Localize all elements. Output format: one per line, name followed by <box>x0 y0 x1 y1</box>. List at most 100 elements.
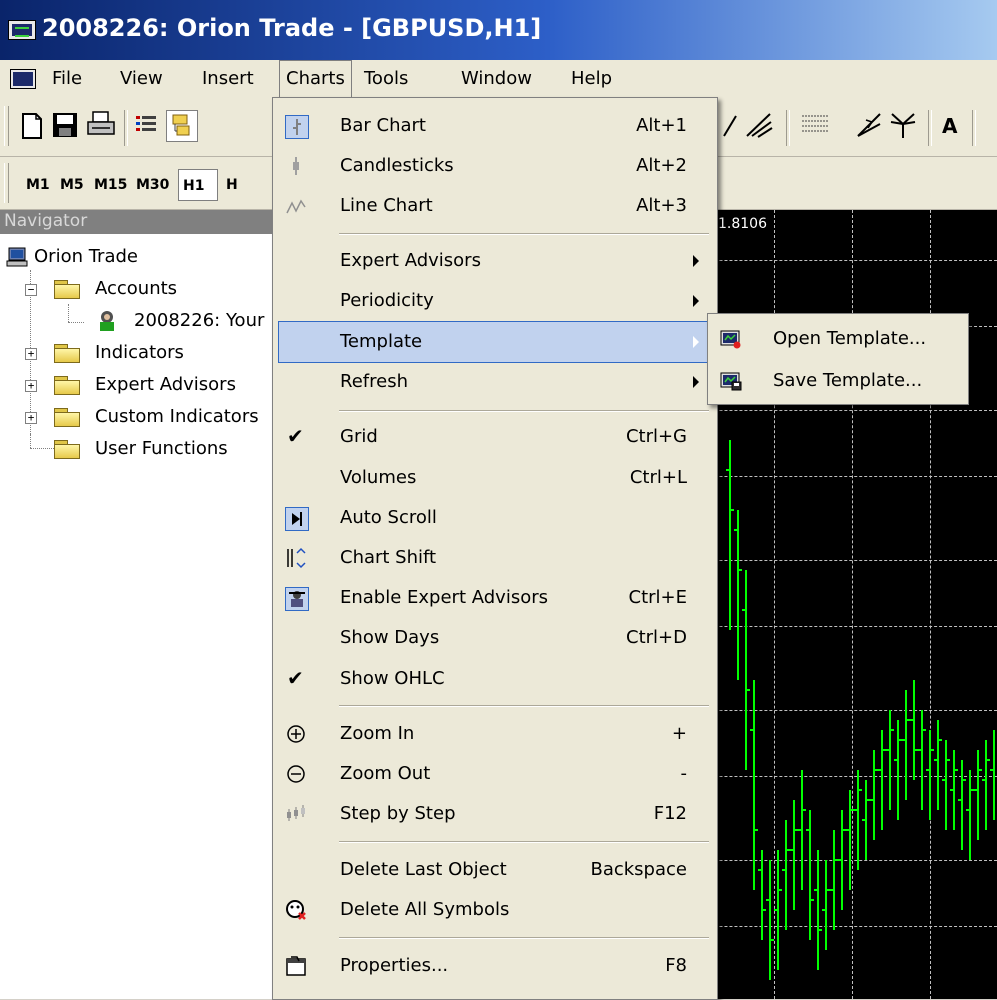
menu-item-delete-all-symbols[interactable]: Delete All Symbols <box>273 890 717 930</box>
menu-item-show-ohlc[interactable]: ✔ Show OHLC <box>273 659 717 699</box>
timeframe-h1-button[interactable]: H1 <box>178 169 218 201</box>
print-icon[interactable] <box>86 110 116 140</box>
menu-item-label: Zoom In <box>340 723 415 744</box>
andrews-pitchfork-icon[interactable] <box>744 110 774 140</box>
timeframe-m5-button[interactable]: M5 <box>60 169 84 201</box>
folder-icon <box>54 408 80 427</box>
market-watch-icon[interactable] <box>134 112 160 138</box>
app-icon[interactable] <box>8 20 36 40</box>
fibonacci-icon[interactable] <box>800 112 830 138</box>
tree-item-user-functions[interactable]: User Functions <box>0 434 270 464</box>
menu-charts[interactable]: Charts <box>279 60 352 97</box>
toolbar-grip[interactable] <box>4 163 9 203</box>
menu-help[interactable]: Help <box>571 60 612 98</box>
menu-item-bar-chart[interactable]: Bar Chart Alt+1 <box>273 106 717 146</box>
menu-insert[interactable]: Insert <box>202 60 254 98</box>
save-template-icon <box>720 372 742 391</box>
properties-icon <box>286 956 306 976</box>
menu-item-step-by-step[interactable]: Step by Step F12 <box>273 794 717 834</box>
menu-tools[interactable]: Tools <box>364 60 408 98</box>
menu-item-properties[interactable]: Properties... F8 <box>273 946 717 986</box>
menu-item-shortcut: Backspace <box>590 859 687 880</box>
menu-item-line-chart[interactable]: Line Chart Alt+3 <box>273 186 717 226</box>
menu-item-expert-advisors[interactable]: Expert Advisors <box>273 241 717 281</box>
menu-item-refresh[interactable]: Refresh <box>273 362 717 402</box>
menu-item-show-days[interactable]: Show Days Ctrl+D <box>273 618 717 658</box>
timeframe-h4-button[interactable]: H <box>226 169 238 201</box>
fibo-fan-icon[interactable] <box>854 110 884 140</box>
navigator-toggle-button[interactable] <box>166 110 198 142</box>
menu-item-chart-shift[interactable]: Chart Shift <box>273 538 717 578</box>
menu-item-auto-scroll[interactable]: Auto Scroll <box>273 498 717 538</box>
submenu-arrow-icon <box>693 295 699 307</box>
menu-item-zoom-in[interactable]: Zoom In + <box>273 714 717 754</box>
menu-item-shortcut: F12 <box>653 803 687 824</box>
menu-item-zoom-out[interactable]: Zoom Out - <box>273 754 717 794</box>
charts-menu: Bar Chart Alt+1 Candlesticks Alt+2 Line … <box>272 97 718 1000</box>
menu-item-shortcut: Alt+2 <box>636 155 687 176</box>
menu-item-shortcut: Ctrl+G <box>625 426 687 447</box>
menu-item-label: Step by Step <box>340 803 456 824</box>
menu-item-label: Zoom Out <box>340 763 431 784</box>
tree-label: Orion Trade <box>34 246 138 267</box>
tree-item-accounts[interactable]: − Accounts <box>0 274 270 304</box>
menu-item-template[interactable]: Template <box>278 321 712 363</box>
menu-item-label: Periodicity <box>340 290 434 311</box>
line-tool-icon[interactable] <box>720 112 740 140</box>
menu-file[interactable]: File <box>52 60 82 98</box>
candlestick-icon <box>293 157 299 175</box>
document-menu-icon[interactable] <box>10 69 36 89</box>
gann-fan-icon[interactable] <box>888 110 918 140</box>
menu-item-shortcut: Ctrl+E <box>628 587 687 608</box>
menu-view[interactable]: View <box>120 60 163 98</box>
checkmark-icon: ✔ <box>287 666 304 690</box>
folder-icon <box>54 440 80 459</box>
menu-item-label: Expert Advisors <box>340 250 481 271</box>
menu-item-shortcut: Alt+1 <box>636 115 687 136</box>
menu-item-delete-last-object[interactable]: Delete Last Object Backspace <box>273 850 717 890</box>
menu-item-periodicity[interactable]: Periodicity <box>273 281 717 321</box>
menu-item-label: Candlesticks <box>340 155 454 176</box>
tree-item-expert-advisors[interactable]: + Expert Advisors <box>0 370 270 400</box>
menu-item-enable-expert-advisors[interactable]: Enable Expert Advisors Ctrl+E <box>273 578 717 618</box>
expand-icon[interactable]: + <box>25 348 37 360</box>
menu-item-label: Line Chart <box>340 195 433 216</box>
navigator-panel: Orion Trade − Accounts 2008226: Your + I… <box>0 234 274 999</box>
tree-item-indicators[interactable]: + Indicators <box>0 338 270 368</box>
tree-item-account[interactable]: 2008226: Your <box>0 306 270 336</box>
navigator-header: Navigator <box>0 210 272 234</box>
tree-item-orion-trade[interactable]: Orion Trade <box>0 242 270 272</box>
folder-icon <box>54 376 80 395</box>
expand-icon[interactable]: + <box>25 412 37 424</box>
tree-label: Accounts <box>95 278 178 299</box>
menu-item-label: Template <box>340 331 423 352</box>
submenu-arrow-icon <box>693 376 699 388</box>
menu-item-shortcut: Ctrl+D <box>626 627 687 648</box>
delete-symbols-icon <box>286 900 306 920</box>
menu-item-candlesticks[interactable]: Candlesticks Alt+2 <box>273 146 717 186</box>
toolbar-grip[interactable] <box>4 106 9 146</box>
title-bar: 2008226: Orion Trade - [GBPUSD,H1] <box>0 0 997 60</box>
timeframe-m30-button[interactable]: M30 <box>136 169 169 201</box>
menu-separator <box>339 937 709 939</box>
text-tool-button[interactable]: A <box>942 114 957 138</box>
menu-item-label: Delete All Symbols <box>340 899 510 920</box>
menu-separator <box>339 705 709 707</box>
tree-item-custom-indicators[interactable]: + Custom Indicators <box>0 402 270 432</box>
menu-item-label: Bar Chart <box>340 115 426 136</box>
timeframe-m15-button[interactable]: M15 <box>94 169 127 201</box>
menu-window[interactable]: Window <box>461 60 532 98</box>
new-document-icon[interactable] <box>20 112 44 140</box>
menu-item-volumes[interactable]: Volumes Ctrl+L <box>273 458 717 498</box>
collapse-icon[interactable]: − <box>25 284 37 296</box>
expand-icon[interactable]: + <box>25 380 37 392</box>
zoom-in-icon <box>287 725 305 743</box>
menu-item-grid[interactable]: ✔ Grid Ctrl+G <box>273 417 717 457</box>
menu-item-open-template[interactable]: Open Template... <box>708 318 968 360</box>
timeframe-m1-button[interactable]: M1 <box>26 169 50 201</box>
menu-item-label: Open Template... <box>773 328 927 349</box>
menu-item-label: Show Days <box>340 627 440 648</box>
menu-item-save-template[interactable]: Save Template... <box>708 360 968 402</box>
menu-item-label: Volumes <box>340 467 417 488</box>
save-icon[interactable] <box>52 112 78 138</box>
